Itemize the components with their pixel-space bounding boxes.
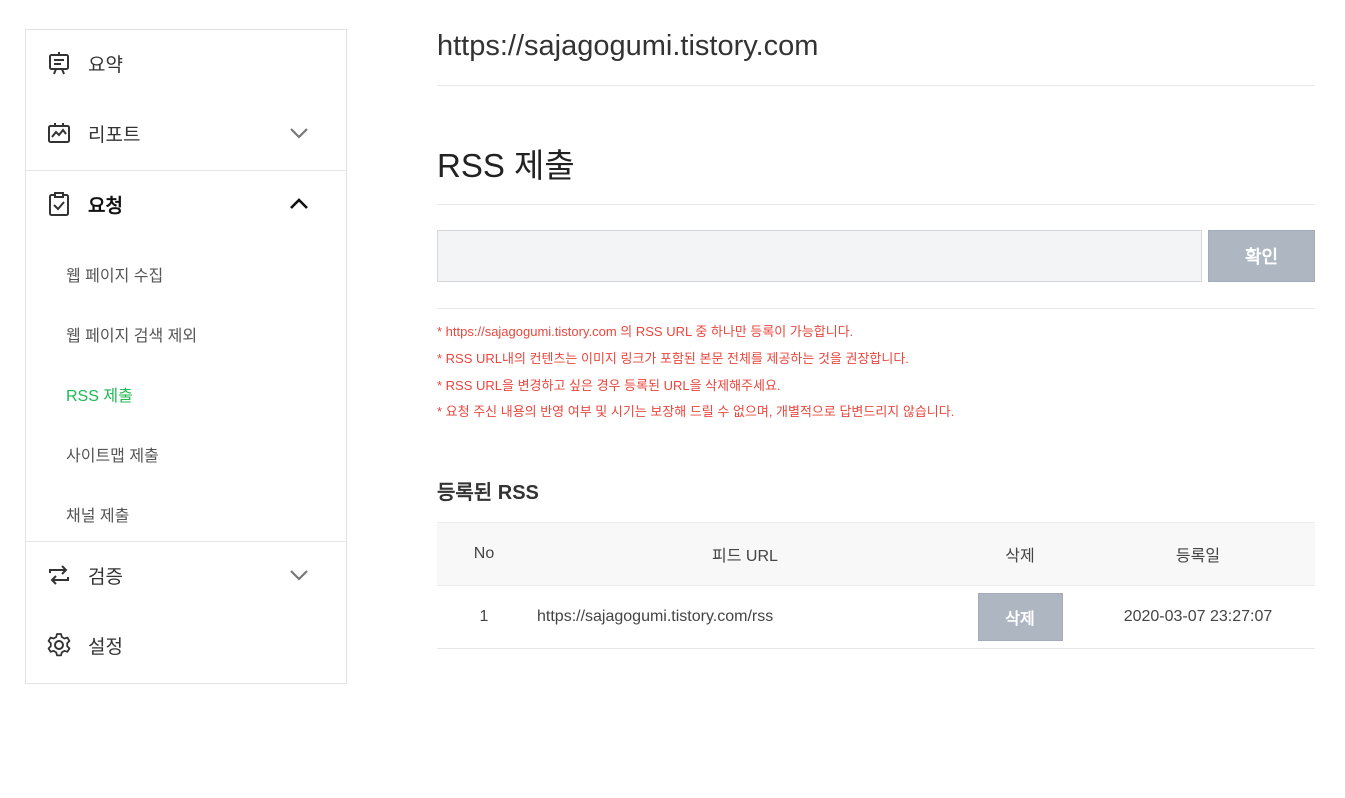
- sidebar-item-verify[interactable]: 검증: [26, 550, 346, 600]
- subitem-web-page-collect[interactable]: 웹 페이지 수집: [66, 262, 163, 286]
- row-feed-url: https://sajagogumi.tistory.com/rss: [537, 608, 774, 625]
- presentation-board-icon: [49, 52, 69, 75]
- title-divider: [437, 204, 1315, 205]
- sidebar-divider: [26, 541, 346, 542]
- sidebar-divider: [26, 170, 346, 171]
- sidebar-item-label: 요청: [88, 195, 123, 217]
- sidebar-item-label: 설정: [88, 636, 123, 658]
- header-feed-url: 피드 URL: [712, 548, 778, 565]
- sidebar-item-report[interactable]: 리포트: [26, 108, 346, 158]
- confirm-button[interactable]: 확인: [1208, 230, 1315, 282]
- row-delete-cell: 삭제: [959, 586, 1081, 648]
- repeat-arrows-icon: [49, 565, 69, 585]
- form-divider: [437, 308, 1315, 309]
- subitem-web-page-exclude[interactable]: 웹 페이지 검색 제외: [66, 322, 197, 346]
- table-row: 1 https://sajagogumi.tistory.com/rss 삭제 …: [437, 586, 1315, 649]
- chevron-up-icon: [290, 198, 308, 209]
- subitem-rss-submit[interactable]: RSS 제출: [66, 382, 133, 406]
- notice-line: * RSS URL내의 컨텐츠는 이미지 링크가 포함된 본문 전체를 제공하는…: [437, 351, 909, 366]
- chart-report-icon: [48, 123, 70, 143]
- header-date: 등록일: [1175, 548, 1221, 565]
- page-title: RSS 제출: [437, 147, 575, 184]
- notice-line: * RSS URL을 변경하고 싶은 경우 등록된 URL을 삭제해주세요.: [437, 378, 781, 393]
- sidebar-item-summary[interactable]: 요약: [26, 38, 346, 88]
- gear-icon: [47, 633, 71, 657]
- sidebar-item-label: 요약: [88, 54, 123, 76]
- header-no: No: [473, 545, 495, 562]
- registered-rss-title: 등록된 RSS: [437, 482, 539, 504]
- sidebar: 요약 리포트 요청 웹 페이지 수집 웹 페이지 검색 제외 RSS 제출 사이…: [25, 29, 347, 684]
- row-date: 2020-03-07 23:27:07: [1123, 608, 1273, 625]
- row-no: 1: [479, 608, 489, 625]
- header-delete: 삭제: [1005, 548, 1035, 565]
- chevron-down-icon: [290, 570, 308, 581]
- subitem-sitemap-submit[interactable]: 사이트맵 제출: [66, 442, 159, 466]
- site-url-heading: https://sajagogumi.tistory.com: [437, 30, 819, 62]
- header-divider: [437, 85, 1315, 86]
- delete-button[interactable]: 삭제: [977, 593, 1063, 641]
- sidebar-item-settings[interactable]: 설정: [26, 620, 346, 670]
- table-header: No 피드 URL 삭제 등록일: [437, 522, 1315, 586]
- sidebar-item-label: 리포트: [88, 124, 141, 146]
- notice-line: * https://sajagogumi.tistory.com 의 RSS U…: [437, 324, 854, 339]
- subitem-channel-submit[interactable]: 채널 제출: [66, 502, 129, 526]
- rss-url-input[interactable]: [437, 230, 1202, 282]
- chevron-down-icon: [290, 128, 308, 139]
- clipboard-check-icon: [49, 192, 69, 216]
- sidebar-item-request[interactable]: 요청: [26, 179, 346, 229]
- notice-line: * 요청 주신 내용의 반영 여부 및 시기는 보장해 드릴 수 없으며, 개별…: [437, 404, 955, 419]
- sidebar-item-label: 검증: [88, 566, 123, 588]
